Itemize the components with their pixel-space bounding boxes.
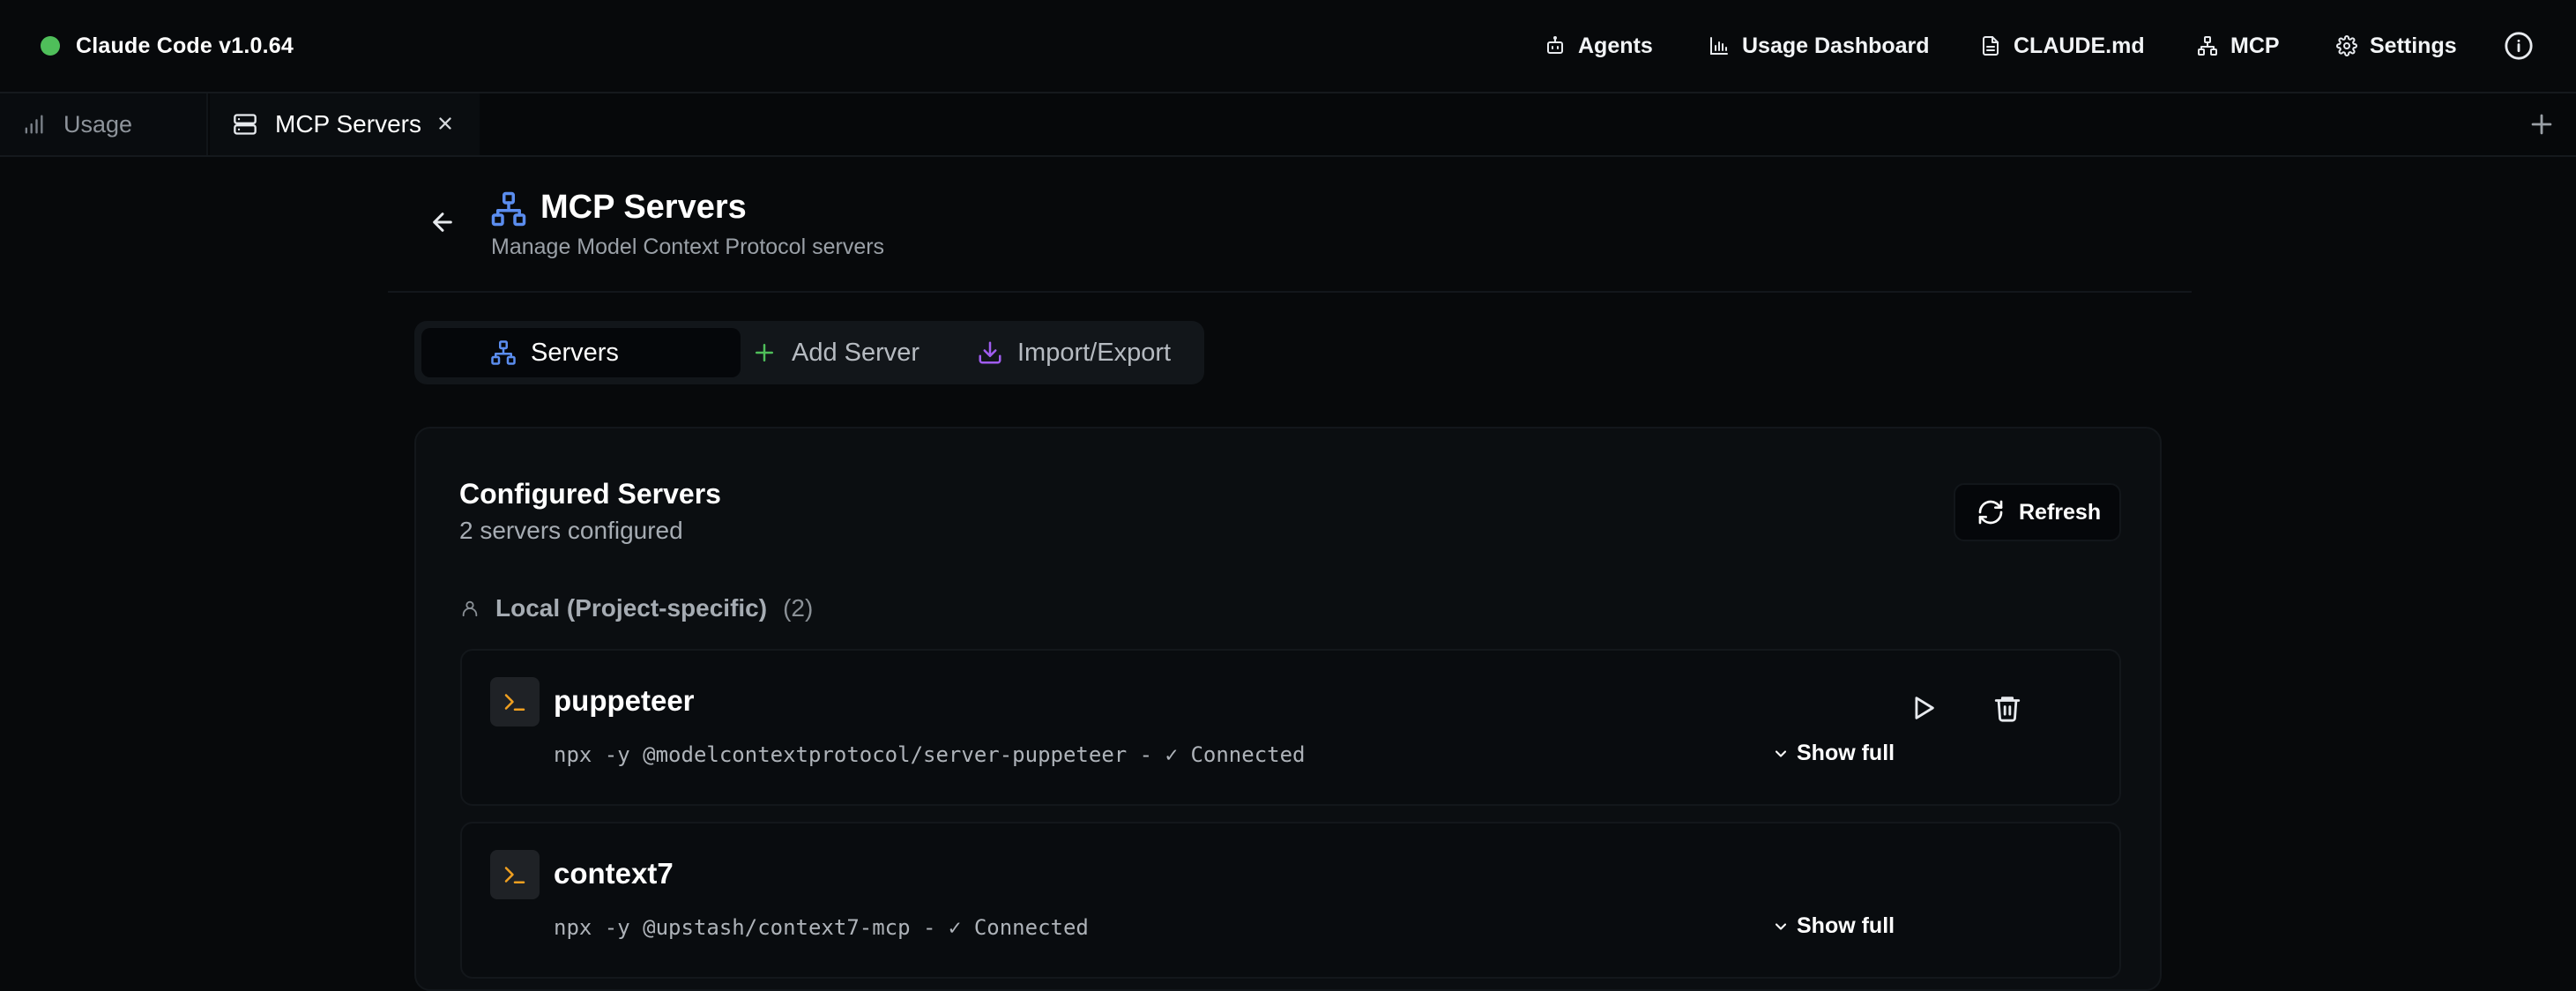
- group-name: Local (Project-specific): [495, 594, 768, 622]
- section-tabs: Servers Add Server Import/Export: [414, 321, 1204, 384]
- tab-add-server-label: Add Server: [792, 338, 920, 367]
- refresh-label: Refresh: [2019, 499, 2102, 525]
- app-brand: Claude Code v1.0.64: [41, 34, 294, 59]
- header-divider: [388, 291, 2192, 293]
- page-title: MCP Servers: [540, 189, 747, 226]
- app-title: Claude Code v1.0.64: [76, 33, 294, 58]
- server-row-context7: context7 npx -y @upstash/context7-mcp - …: [460, 822, 2121, 979]
- chevron-down-icon: [1775, 749, 1787, 757]
- nav-agents-button[interactable]: Agents: [1545, 34, 1668, 59]
- terminal-icon: [490, 677, 540, 726]
- bot-icon: [1547, 36, 1563, 54]
- network-icon: [2198, 36, 2217, 56]
- server-row-puppeteer: puppeteer npx -y @modelcontextprotocol/s…: [460, 649, 2121, 806]
- show-full-button[interactable]: Show full: [1772, 741, 1895, 766]
- server-name: context7: [554, 857, 674, 890]
- nav-usage-dashboard-button[interactable]: Usage Dashboard: [1709, 34, 1938, 59]
- network-icon: [491, 340, 516, 365]
- bar-chart-icon: [25, 115, 43, 134]
- close-icon[interactable]: [436, 114, 455, 133]
- nav-settings-button[interactable]: Settings: [2336, 34, 2468, 59]
- refresh-icon: [1978, 500, 2003, 525]
- server-command: npx -y @upstash/context7-mcp - ✓ Connect…: [554, 915, 1089, 940]
- nav-claude-md-label: CLAUDE.md: [2014, 33, 2145, 58]
- show-full-label: Show full: [1797, 741, 1895, 765]
- bar-chart-icon: [1710, 37, 1728, 55]
- plus-icon: [756, 344, 773, 361]
- configured-servers-title: Configured Servers: [459, 478, 721, 510]
- tab-mcp-servers-label: MCP Servers: [275, 110, 421, 138]
- configured-servers-card: Configured Servers 2 servers configured …: [414, 427, 2162, 991]
- status-dot: [41, 36, 60, 56]
- tab-mcp-servers[interactable]: MCP Servers: [210, 93, 480, 155]
- gear-icon: [2336, 35, 2357, 56]
- show-full-label: Show full: [1797, 913, 1895, 938]
- network-icon: [491, 191, 526, 227]
- tab-bar: Usage MCP Servers: [0, 93, 2576, 157]
- configured-servers-count: 2 servers configured: [459, 517, 683, 544]
- new-tab-plus-icon[interactable]: [2527, 109, 2557, 139]
- chevron-down-icon: [1775, 922, 1787, 930]
- tab-import-export[interactable]: Import/Export: [963, 328, 1171, 377]
- show-full-button[interactable]: Show full: [1772, 913, 1895, 939]
- group-local-header: Local (Project-specific) (2): [460, 594, 813, 622]
- server-name: puppeteer: [554, 684, 695, 717]
- tab-usage-label: Usage: [63, 110, 133, 138]
- file-text-icon: [1983, 36, 1999, 56]
- tab-servers[interactable]: Servers: [421, 328, 741, 377]
- back-arrow-icon[interactable]: [428, 208, 457, 236]
- play-icon[interactable]: [1908, 693, 1938, 723]
- nav-mcp-button[interactable]: MCP: [2197, 34, 2285, 59]
- user-icon: [462, 600, 478, 617]
- tab-servers-label: Servers: [531, 338, 619, 367]
- server-command: npx -y @modelcontextprotocol/server-pupp…: [554, 742, 1306, 767]
- page-subtitle: Manage Model Context Protocol servers: [491, 235, 885, 259]
- trash-icon[interactable]: [1992, 693, 2022, 723]
- tab-import-export-label: Import/Export: [1017, 338, 1172, 367]
- nav-mcp-label: MCP: [2230, 33, 2280, 58]
- terminal-icon: [490, 850, 540, 899]
- tab-add-server[interactable]: Add Server: [723, 328, 919, 377]
- download-icon: [979, 341, 1001, 364]
- nav-usage-dashboard-label: Usage Dashboard: [1742, 33, 1930, 58]
- nav-settings-label: Settings: [2370, 33, 2457, 58]
- info-button[interactable]: [2504, 31, 2539, 61]
- nav-claude-md-button[interactable]: CLAUDE.md: [1980, 34, 2148, 59]
- server-icon: [234, 114, 257, 135]
- tab-usage[interactable]: Usage: [0, 93, 208, 155]
- group-count: (2): [783, 594, 814, 622]
- title-bar: Claude Code v1.0.64 Agents Usage Dashboa…: [0, 0, 2576, 93]
- nav-agents-label: Agents: [1578, 33, 1653, 58]
- refresh-button[interactable]: Refresh: [1954, 483, 2121, 541]
- info-icon: [2505, 32, 2533, 60]
